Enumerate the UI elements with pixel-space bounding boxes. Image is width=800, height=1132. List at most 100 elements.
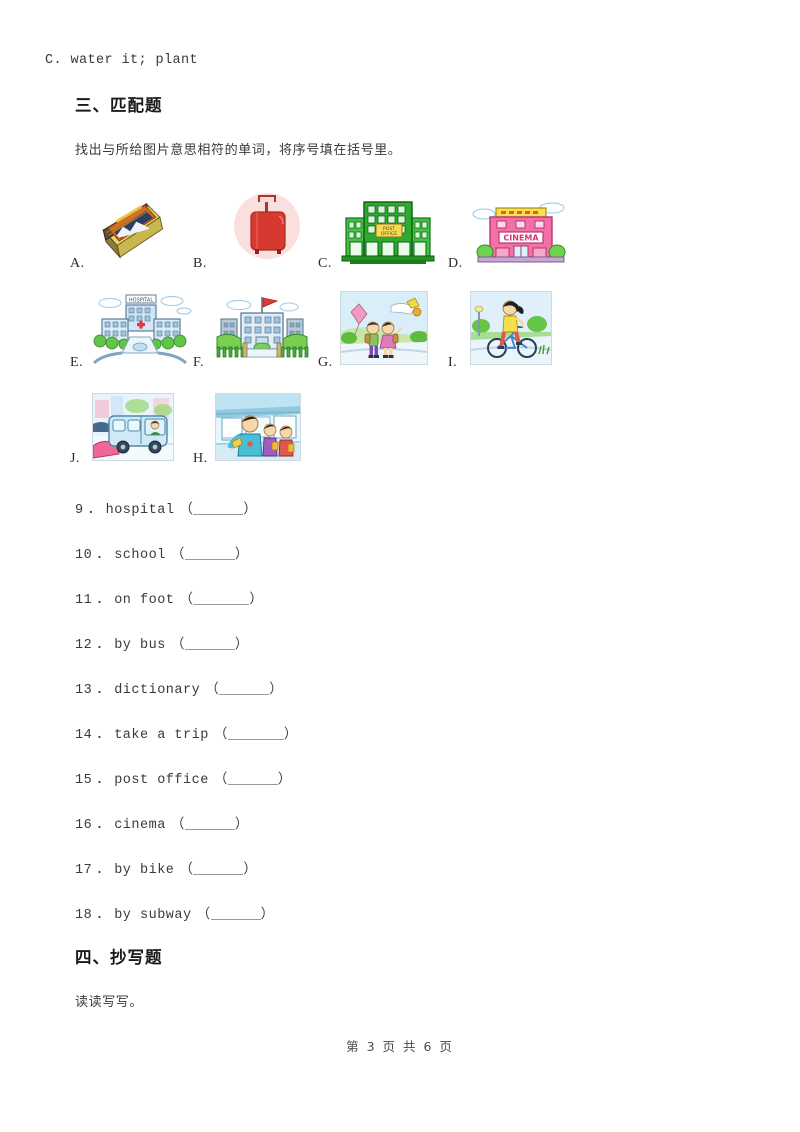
kids-walking-icon (340, 291, 428, 365)
red-suitcase-icon (229, 190, 305, 266)
question-number: 17 (75, 863, 93, 878)
paren-open: （ (170, 548, 185, 563)
paren-close: ） (269, 683, 284, 698)
answer-blank[interactable] (193, 862, 244, 875)
picture-label-g: G. (318, 355, 333, 370)
picture-item-f: F. (193, 289, 323, 373)
picture-item-i: I. (448, 289, 588, 373)
svg-text:CINEMA: CINEMA (503, 234, 539, 243)
dictionary-book-icon (92, 194, 170, 266)
answer-blank[interactable] (193, 592, 250, 605)
question-item-14: 14 ． take a trip （ ） (75, 722, 298, 743)
question-item-12: 12 ． by bus （ ） (75, 632, 249, 653)
paren-close: ） (234, 638, 249, 653)
hospital-icon: HOSPITAL (88, 289, 192, 365)
answer-blank[interactable] (184, 817, 235, 830)
answer-blank[interactable] (210, 907, 261, 920)
picture-label-i: I. (448, 355, 458, 370)
paren-close: ） (243, 503, 258, 518)
question-word: cinema (114, 818, 166, 833)
question-word: by bus (114, 638, 166, 653)
question-number: 14 (75, 728, 93, 743)
picture-row-3: J. H. (0, 385, 800, 469)
post-office-icon: POST OFFICE (340, 194, 436, 266)
question-number: 18 (75, 908, 93, 923)
question-number: 12 (75, 638, 93, 653)
cinema-icon: CINEMA (470, 194, 570, 266)
question-word: school (114, 548, 166, 563)
picture-label-f: F. (193, 355, 205, 370)
question-item-16: 16 ． cinema （ ） (75, 812, 249, 833)
paren-close: ） (283, 728, 298, 743)
picture-label-e: E. (70, 355, 84, 370)
paren-close: ） (234, 548, 249, 563)
question-word: by subway (114, 908, 192, 923)
paren-close: ） (234, 818, 249, 833)
question-word: on foot (114, 593, 175, 608)
answer-blank[interactable] (227, 727, 284, 740)
picture-row-2: E. HOSPITAL F. G. I. (0, 289, 800, 373)
picture-label-b: B. (193, 256, 207, 271)
picture-item-j: J. (70, 385, 200, 469)
paren-open: （ (196, 908, 211, 923)
answer-blank[interactable] (193, 502, 244, 515)
question-dot: ． (96, 638, 111, 653)
page-footer: 第 3 页 共 6 页 (346, 1039, 454, 1054)
paren-close: ） (277, 773, 292, 788)
section-four-instruction: 读读写写。 (75, 995, 144, 1010)
svg-text:HOSPITAL: HOSPITAL (129, 297, 153, 303)
question-word: dictionary (114, 683, 201, 698)
question-dot: ． (87, 503, 102, 518)
question-dot: ． (96, 908, 111, 923)
answer-blank[interactable] (184, 547, 235, 560)
subway-icon (215, 393, 301, 461)
paren-open: （ (170, 818, 185, 833)
svg-text:OFFICE: OFFICE (381, 231, 397, 237)
question-item-13: 13 ． dictionary （ ） (75, 677, 283, 698)
paren-close: ） (260, 908, 275, 923)
question-item-15: 15 ． post office （ ） (75, 767, 292, 788)
question-dot: ． (96, 773, 111, 788)
paren-open: （ (170, 638, 185, 653)
question-dot: ． (96, 683, 111, 698)
paren-open: （ (213, 728, 228, 743)
question-word: take a trip (114, 728, 209, 743)
section-title-four: 四、抄写题 (75, 948, 163, 967)
paren-open: （ (179, 503, 194, 518)
paren-open: （ (213, 773, 228, 788)
girl-on-bike-icon (470, 291, 552, 365)
section-three-instruction: 找出与所给图片意思相符的单词，将序号填在括号里。 (75, 143, 402, 158)
worksheet-page: C. water it; plant 三、匹配题 找出与所给图片意思相符的单词，… (0, 0, 800, 1132)
picture-label-a: A. (70, 256, 85, 271)
picture-label-d: D. (448, 256, 463, 271)
question-word: hospital (105, 503, 175, 518)
option-line-c: C. water it; plant (45, 53, 199, 68)
picture-label-c: C. (318, 256, 332, 271)
question-item-9: 9 ． hospital （ ） (75, 497, 257, 518)
question-item-11: 11 ． on foot （ ） (75, 587, 263, 608)
question-item-10: 10 ． school （ ） (75, 542, 249, 563)
question-dot: ． (96, 863, 111, 878)
answer-blank[interactable] (184, 637, 235, 650)
picture-row-1: A. B. C. POST OFFICE D. CINEMA (0, 190, 800, 274)
picture-item-e: E. HOSPITAL (70, 289, 200, 373)
paren-open: （ (205, 683, 220, 698)
answer-blank[interactable] (219, 682, 270, 695)
question-dot: ． (96, 548, 111, 563)
picture-item-g: G. (318, 289, 458, 373)
paren-open: （ (179, 593, 194, 608)
picture-label-h: H. (193, 451, 208, 466)
paren-close: ） (249, 593, 264, 608)
picture-item-c: C. POST OFFICE (318, 190, 458, 274)
picture-label-j: J. (70, 451, 80, 466)
answer-blank[interactable] (227, 772, 278, 785)
question-dot: ． (96, 593, 111, 608)
picture-item-b: B. (193, 190, 323, 274)
question-number: 13 (75, 683, 93, 698)
question-item-17: 17 ． by bike （ ） (75, 857, 257, 878)
picture-item-h: H. (193, 385, 323, 469)
paren-open: （ (179, 863, 194, 878)
question-word: by bike (114, 863, 175, 878)
question-dot: ． (96, 728, 111, 743)
bus-icon (92, 393, 174, 461)
